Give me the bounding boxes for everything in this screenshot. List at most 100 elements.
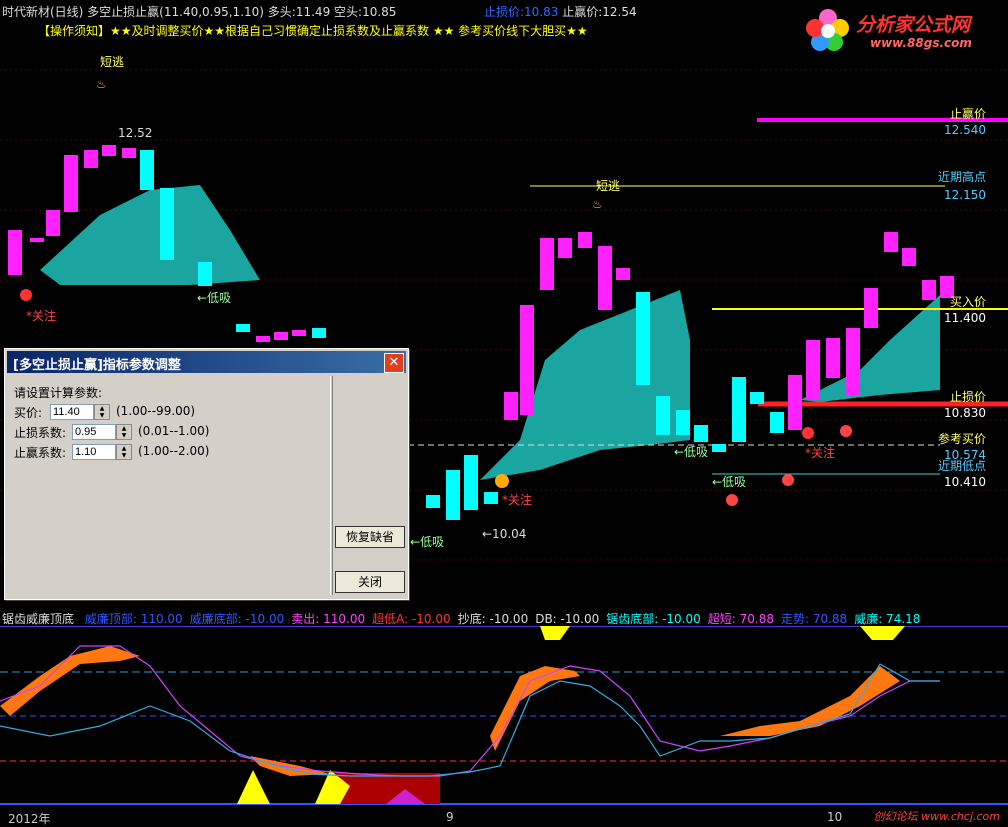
candle: [292, 330, 306, 336]
high-mark: 12.52: [118, 126, 152, 140]
candle: [788, 375, 802, 430]
dialog-close-action-button[interactable]: 关闭: [335, 571, 405, 593]
stop-loss-value: 10.83: [524, 5, 559, 19]
profit-coef-spinner[interactable]: ▲ ▼: [116, 444, 132, 460]
take-profit-label: 止赢价:: [562, 5, 603, 19]
dialog-prompt: 请设置计算参数:: [14, 386, 103, 400]
candle: [236, 324, 250, 332]
candle: [520, 305, 534, 415]
stop-coef-input[interactable]: [72, 424, 116, 440]
dialog-params-panel: 请设置计算参数: 买价: ▲▼ (1.00--99.00) 止损系数: ▲▼ (…: [8, 376, 331, 595]
recent-low-value-right: 10.410: [944, 475, 986, 489]
plus-signal-icon-3: [726, 494, 738, 506]
candle: [712, 444, 726, 452]
stop-coef-spinner[interactable]: ▲ ▼: [116, 424, 132, 440]
dip-label-4: ←低吸: [712, 475, 746, 489]
yellow-peak-1: [237, 770, 270, 804]
sell-signal-icon-2: [802, 427, 814, 439]
legend-item: 威廉顶部: 110.00: [84, 612, 183, 626]
candle: [864, 288, 878, 328]
long-label: 多头:: [267, 5, 296, 19]
trend-line: [0, 663, 940, 777]
top-marker-1: [540, 626, 570, 640]
candle: [846, 328, 860, 396]
candle: [806, 340, 820, 400]
profit-coef-range: (1.00--2.00): [138, 444, 210, 458]
william-line: [0, 645, 940, 777]
sub-chart[interactable]: [0, 626, 1008, 810]
profit-coef-field-label: 止赢系数:: [14, 446, 67, 460]
candle: [446, 470, 460, 520]
ref-buy-label-right: 参考买价: [937, 432, 986, 446]
legend-item: 抄底: -10.00: [457, 612, 529, 626]
attention-label-3: *关注: [805, 445, 835, 460]
dip-label-3: ←低吸: [674, 445, 708, 459]
buy-price-field-label: 买价:: [14, 406, 43, 420]
dialog-close-button[interactable]: ✕: [384, 353, 404, 373]
stop-coef-field-label: 止损系数:: [14, 426, 67, 440]
legend-item: 超短: 70.88: [707, 612, 774, 626]
candle: [656, 396, 670, 435]
axis-year: 2012年: [8, 812, 51, 826]
parameter-dialog[interactable]: [多空止损止赢]指标参数调整 ✕ 请设置计算参数: 买价: ▲▼ (1.00--…: [4, 348, 409, 600]
axis-month-2: 10: [827, 810, 843, 824]
candle: [102, 145, 116, 156]
buy-price-input[interactable]: [50, 404, 94, 420]
candle: [750, 392, 764, 404]
sell-signal-icon: [20, 289, 32, 301]
candle: [256, 336, 270, 342]
legend-item: 超低A: -10.00: [372, 612, 451, 626]
chart-header: 时代新材(日线) 多空止损止赢(11.40,0.95,1.10) 多头:11.4…: [2, 3, 396, 20]
dip-label-1: ←低吸: [197, 291, 231, 305]
escape-label-1: 短逃: [100, 55, 124, 69]
candle: [636, 292, 650, 385]
candle: [140, 150, 154, 190]
take-profit-value-right: 12.540: [944, 123, 986, 137]
candle: [770, 412, 784, 433]
candle: [160, 188, 174, 260]
recent-high-label-right: 近期高点: [937, 170, 986, 184]
chart-title: 时代新材(日线) 多空止损止赢(11.40,0.95,1.10): [2, 5, 264, 19]
stop-loss-label: 止损价:: [484, 5, 525, 19]
buy-price-range: (1.00--99.00): [116, 404, 196, 418]
legend-item: 走势: 70.88: [780, 612, 848, 626]
profit-coef-input[interactable]: [72, 444, 116, 460]
legend-item: 卖出: 110.00: [291, 612, 366, 626]
candle: [902, 248, 916, 266]
recent-low-label-right: 近期低点: [937, 459, 986, 473]
legend-item: DB: -10.00: [535, 612, 600, 626]
logo-brand: 分析家公式网: [856, 14, 971, 36]
plus-signal-icon-2: [782, 474, 794, 486]
legend-item: 威廉底部: -10.00: [189, 612, 285, 626]
candle: [884, 232, 898, 252]
axis-month-1: 9: [446, 810, 454, 824]
buy-price-spinner[interactable]: ▲ ▼: [94, 404, 110, 420]
legend-item: 锯齿底部: -10.00: [606, 612, 701, 626]
sub-indicator-legend: 锯齿威廉顶底 威廉顶部: 110.00 威廉底部: -10.00 卖出: 110.0…: [2, 610, 934, 627]
notice-text: 【操作须知】★★及时调整买价★★根据自己习惯确定止损系数及止赢系数 ★★ 参考买…: [38, 24, 588, 38]
candle: [8, 230, 22, 275]
candle: [598, 246, 612, 310]
dialog-titlebar[interactable]: [多空止损止赢]指标参数调整 ✕: [7, 351, 406, 373]
candle: [274, 332, 288, 340]
candle: [616, 268, 630, 280]
stop-loss-value-right: 10.830: [944, 406, 986, 420]
restore-default-button[interactable]: 恢复缺省: [335, 526, 405, 548]
candle: [464, 455, 478, 510]
short-value: 10.85: [362, 5, 397, 19]
escape-arrow-icon-1: ♨: [96, 77, 107, 91]
candle: [64, 155, 78, 212]
date-axis: 2012年 9 10: [0, 810, 1008, 826]
candle: [676, 410, 690, 435]
candle: [484, 492, 498, 504]
candle: [84, 150, 98, 168]
buy-price-label-right: 买入价: [949, 295, 986, 309]
attention-signal-icon: [495, 474, 509, 488]
candle: [312, 328, 326, 338]
candle: [540, 238, 554, 290]
long-value: 11.49: [295, 5, 331, 19]
candle: [30, 238, 44, 242]
attention-label-2: *关注: [502, 492, 532, 507]
dialog-title: [多空止损止赢]指标参数调整: [13, 358, 181, 373]
low-mark: ←10.04: [482, 527, 526, 541]
